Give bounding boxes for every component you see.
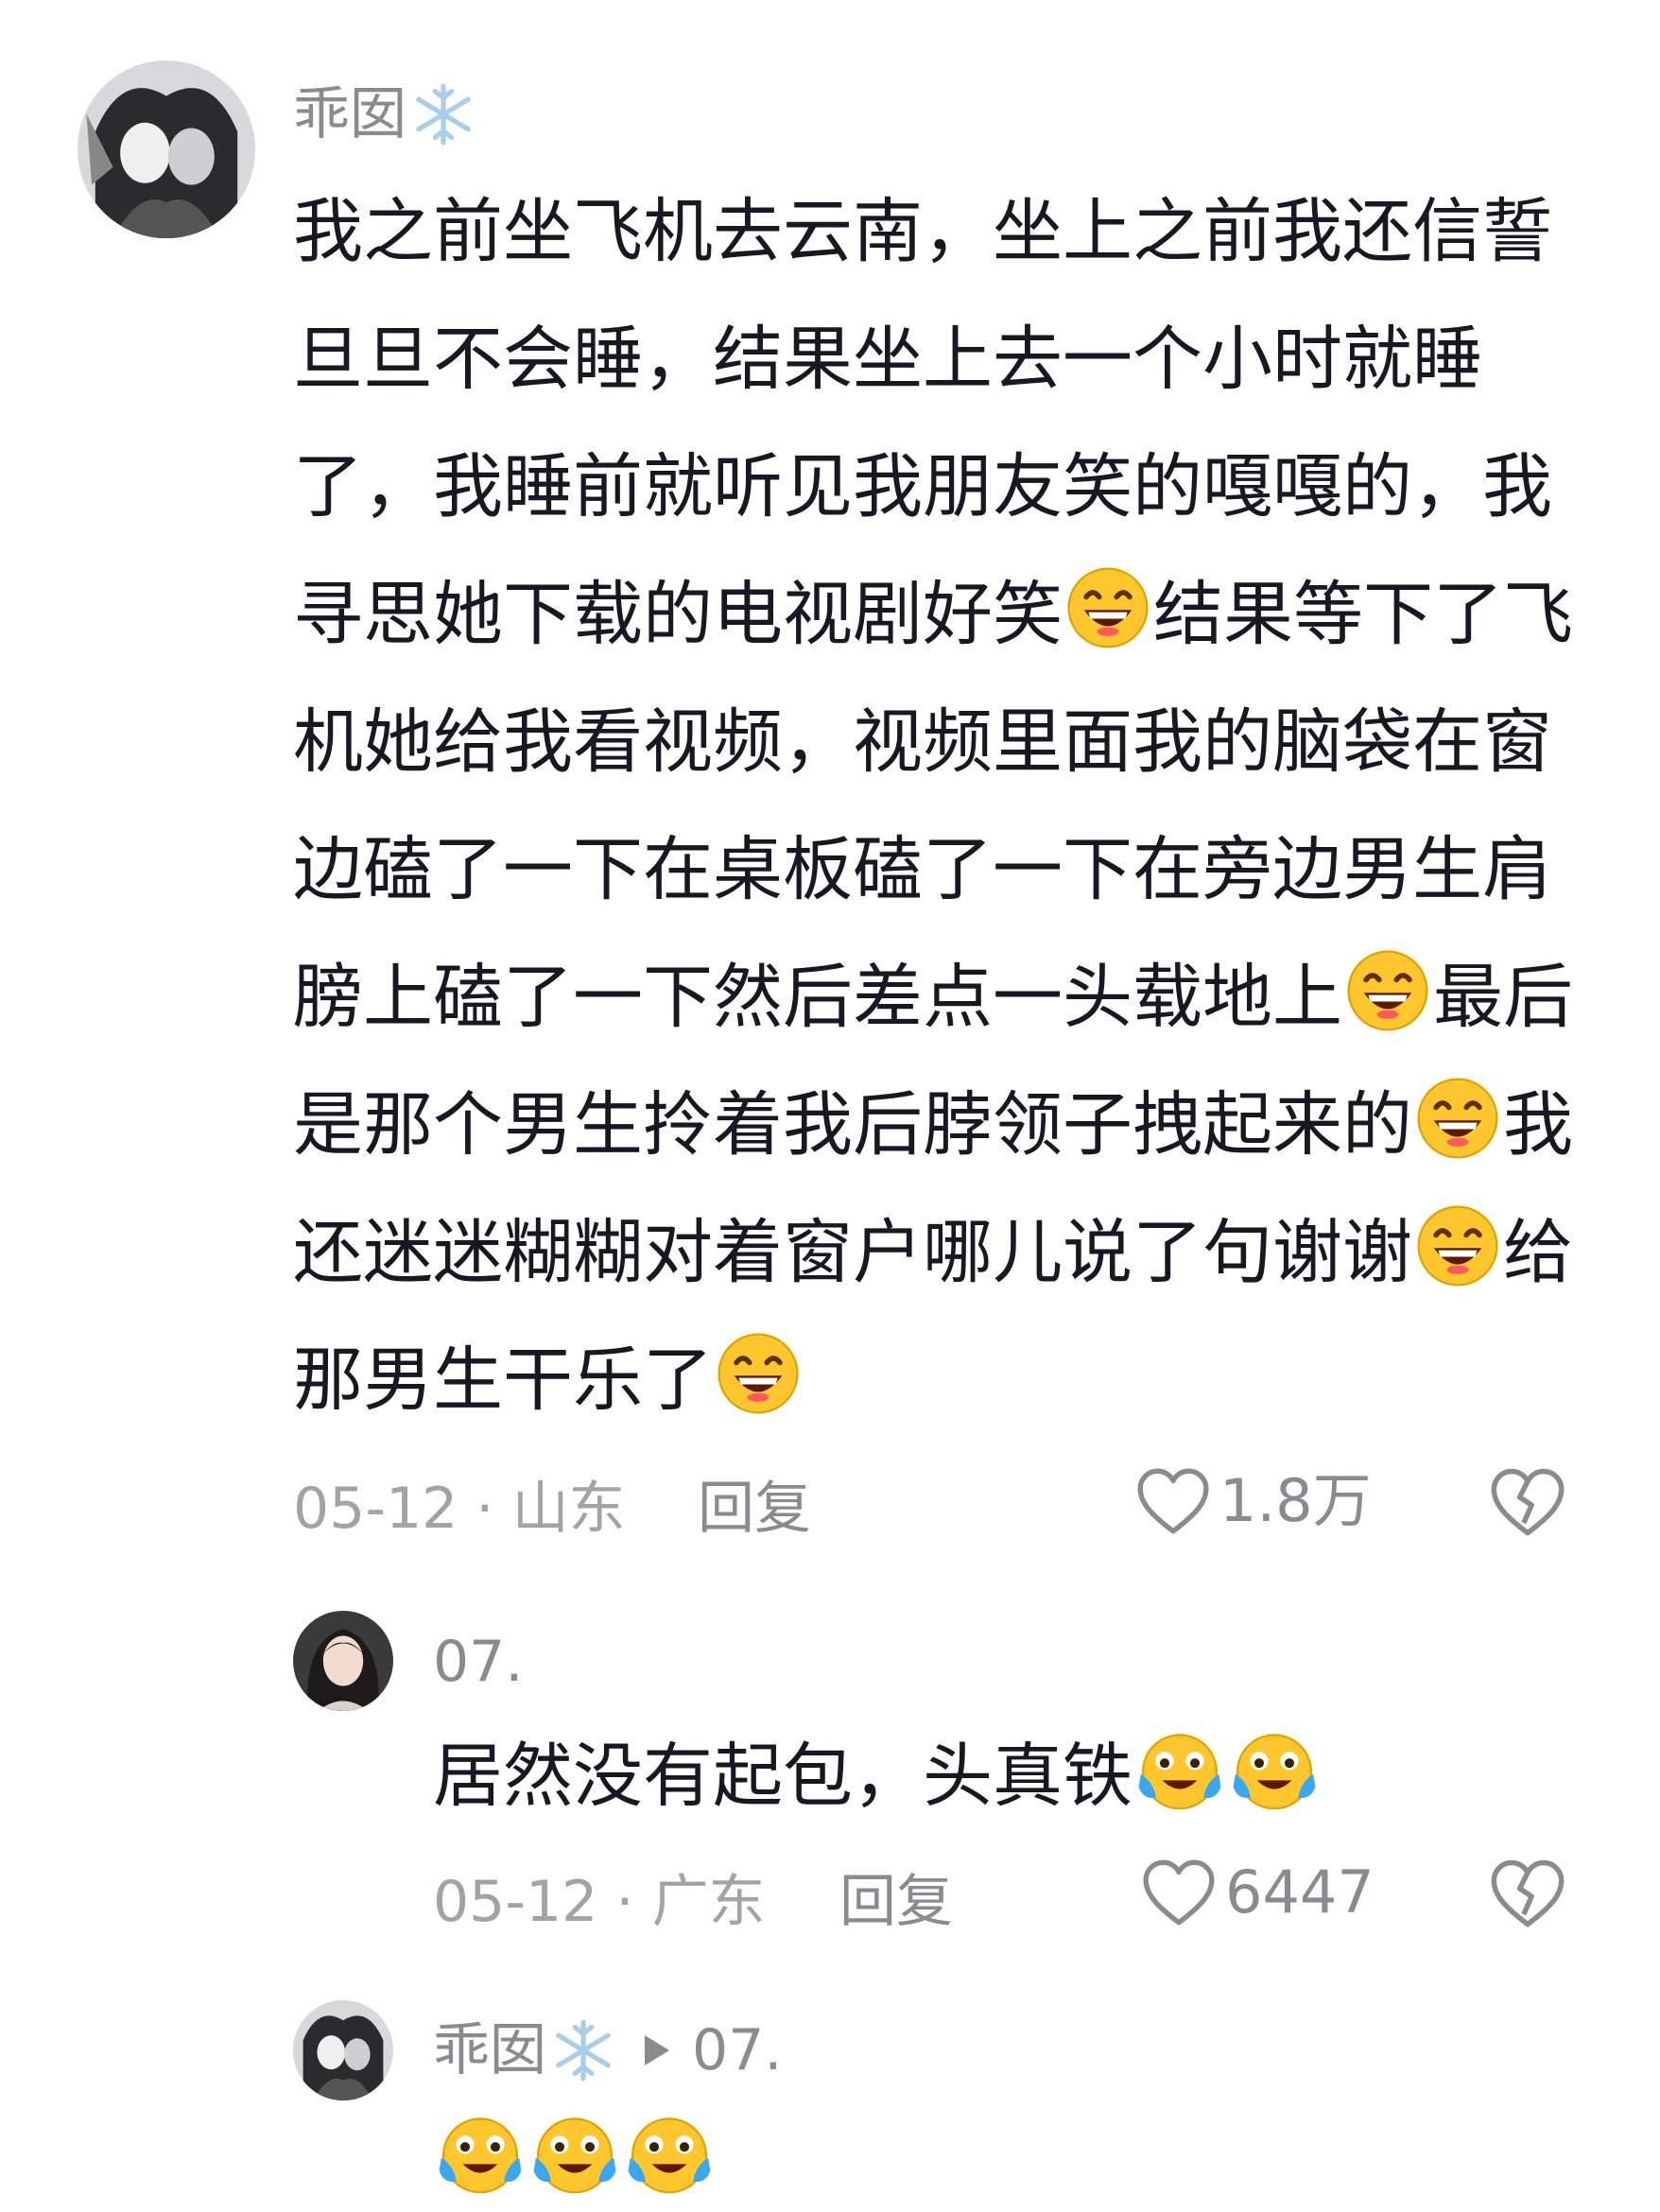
like-button[interactable]: 1.8万 — [1134, 1465, 1372, 1537]
crying-laughing-emoji — [529, 2110, 620, 2197]
comment-line: 旦旦不会睡，结果坐上去一个小时就睡 — [293, 319, 1482, 400]
reply-body — [433, 2110, 717, 2197]
reply-body: 居然没有起包，头真铁 — [433, 1713, 1322, 1840]
grin-emoji — [1064, 564, 1151, 651]
reply-avatar[interactable] — [293, 2000, 393, 2100]
like-count: 1.8万 — [1219, 1466, 1372, 1535]
broken-heart-icon — [1491, 1859, 1565, 1927]
grin-emoji — [715, 1330, 802, 1417]
comment-line: 我之前坐飞机去云南，坐上之前我还信誓 — [293, 191, 1552, 272]
commenter-username[interactable]: 乖囡 — [293, 81, 476, 147]
dislike-button[interactable] — [1488, 1855, 1567, 1934]
comment-body: 我之前坐飞机去云南，坐上之前我还信誓 旦旦不会睡，结果坐上去一个小时就睡 了，我… — [293, 168, 1573, 1444]
snowflake-icon — [410, 81, 476, 147]
comment-line: 还迷迷糊糊对着窗户哪儿说了句谢谢 给 — [293, 1189, 1573, 1317]
reply-button[interactable]: 回复 — [839, 1874, 953, 1930]
crying-laughing-emoji — [1229, 1726, 1320, 1813]
comment-line: 机她给我看视频，视频里面我的脑袋在窗 — [293, 701, 1552, 783]
reply-button[interactable]: 回复 — [698, 1480, 811, 1537]
comment-line: 了，我睡前就听见我朋友笑的嘎嘎的，我 — [293, 446, 1552, 527]
dislike-button[interactable] — [1488, 1463, 1567, 1543]
like-button[interactable]: 6447 — [1140, 1857, 1375, 1928]
comment-line: 是那个男生拎着我后脖领子拽起来的 我 — [293, 1062, 1573, 1189]
snowflake-icon — [550, 2017, 616, 2083]
reply-username[interactable]: 乖囡 — [433, 2022, 546, 2079]
like-count: 6447 — [1225, 1858, 1375, 1927]
comment-line: 膀上磕了一下然后差点一头载地上 最后 — [293, 934, 1573, 1062]
comment-line: 边磕了一下在桌板磕了一下在旁边男生肩 — [293, 829, 1552, 910]
grin-emoji — [1414, 1202, 1501, 1289]
reply-username[interactable]: 07. — [433, 1633, 523, 1690]
crying-laughing-emoji — [624, 2110, 715, 2197]
grin-emoji — [1344, 947, 1431, 1034]
commenter-avatar[interactable] — [78, 60, 255, 238]
heart-icon — [1137, 1468, 1209, 1534]
crying-laughing-emoji — [1134, 1726, 1225, 1813]
broken-heart-icon — [1491, 1468, 1565, 1536]
reply-avatar[interactable] — [293, 1611, 393, 1711]
grin-emoji — [1414, 1075, 1501, 1162]
reply-arrow-icon — [645, 2035, 669, 2065]
username-text: 乖囡 — [293, 81, 406, 147]
reply-to-username[interactable]: 07. — [692, 2022, 782, 2079]
crying-laughing-emoji — [435, 2110, 526, 2197]
reply-date-location: 05-12 · 广东 — [433, 1869, 766, 1935]
heart-icon — [1143, 1859, 1215, 1926]
reply-text: 居然没有起包，头真铁 — [433, 1736, 1133, 1817]
reply-username-line: 乖囡 07. — [433, 2017, 782, 2083]
comment-date-location: 05-12 · 山东 — [293, 1476, 626, 1542]
comment-line: 那男生干乐了 — [293, 1317, 1573, 1444]
comment-line: 寻思她下载的电视剧好笑 结果等下了飞 — [293, 551, 1573, 679]
